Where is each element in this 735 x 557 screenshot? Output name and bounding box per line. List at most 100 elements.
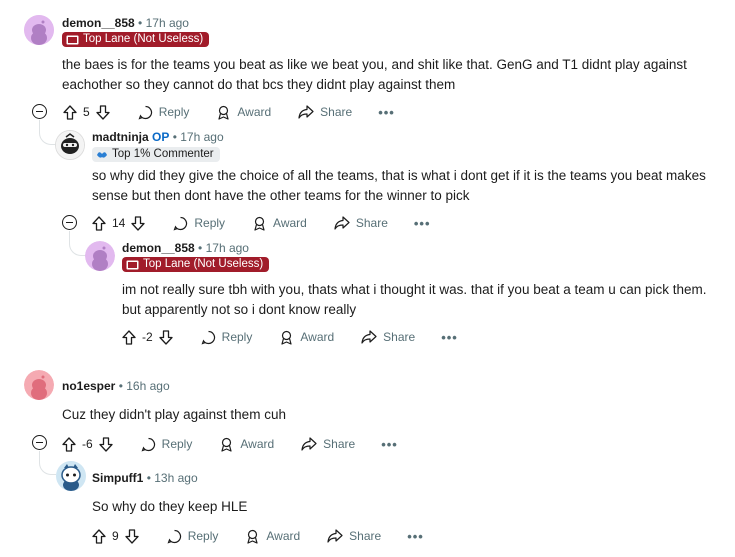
award-icon [247,529,258,544]
award-icon [218,105,229,120]
downvote-icon[interactable] [125,528,139,544]
top-commenter-icon [96,149,108,160]
comment-body: im not really sure tbh with you, thats w… [122,282,707,317]
share-icon [327,529,343,543]
username[interactable]: no1esper [62,379,115,393]
upvote-icon[interactable] [92,528,106,544]
snoo-avatar-icon [24,370,54,400]
comment-body: Cuz they didn't play against them cuh [62,407,286,422]
vote-count: -6 [82,437,93,451]
reply-button[interactable]: Reply [167,529,218,544]
avatar[interactable] [55,130,85,160]
share-button[interactable]: Share [327,529,381,543]
thread-elbow [39,451,56,475]
share-button[interactable]: Share [334,216,388,230]
collapse-thread-button[interactable] [62,215,77,230]
comment-actions: -6 Reply Award Share ••• [62,434,398,454]
snoo-avatar-icon [85,241,115,271]
upvote-icon[interactable] [122,329,136,345]
reply-button[interactable]: Reply [138,105,189,120]
downvote-icon[interactable] [131,215,146,231]
avatar[interactable] [56,461,86,491]
flair-icon [126,260,139,270]
avatar[interactable] [24,370,54,400]
op-badge: OP [152,130,170,144]
reply-icon [141,437,155,451]
username[interactable]: Simpuff1 [92,471,143,485]
vote-count: 14 [112,216,126,230]
vote-count: 9 [112,529,119,543]
award-button[interactable]: Award [219,437,274,452]
award-button[interactable]: Award [279,330,334,345]
share-icon [334,216,350,230]
downvote-icon[interactable] [159,329,173,345]
comment-body: So why do they keep HLE [92,499,248,514]
ninja-avatar-icon [56,131,84,159]
reply-icon [201,330,215,344]
reply-icon [167,529,181,543]
vote-group: 9 [92,528,139,544]
comment-actions: 14 Reply Award Share ••• [92,213,431,233]
collapse-thread-button[interactable] [32,104,47,119]
user-flair: Top 1% Commenter [92,147,220,162]
more-options-button[interactable]: ••• [441,330,458,345]
flair-icon [66,35,79,45]
reply-icon [173,216,188,230]
user-flair: Top Lane (Not Useless) [122,257,270,272]
comment-body: so why did they give the choice of all t… [92,168,706,203]
upvote-icon[interactable] [63,104,77,120]
more-options-button[interactable]: ••• [381,437,398,452]
timestamp[interactable]: 16h ago [126,379,169,393]
snoo-avatar-icon [56,461,86,491]
award-button[interactable]: Award [245,529,300,544]
username[interactable]: madtninja [92,130,149,144]
more-options-button[interactable]: ••• [414,216,431,231]
comment-meta: madtninja OP • 17h ago [92,130,224,144]
vote-group: 14 [92,215,146,231]
downvote-icon[interactable] [99,436,113,452]
share-button[interactable]: Share [301,437,355,451]
thread-elbow [69,231,86,256]
more-options-button[interactable]: ••• [407,529,424,544]
downvote-icon[interactable] [96,104,110,120]
vote-group: 5 [63,104,110,120]
upvote-icon[interactable] [62,436,76,452]
award-button[interactable]: Award [216,105,271,120]
vote-count: 5 [83,105,90,119]
avatar[interactable] [85,241,115,271]
upvote-icon[interactable] [92,215,106,231]
comment-actions: 5 Reply Award Share ••• [63,102,395,122]
comment-body: the baes is for the teams you beat as li… [62,57,687,92]
award-button[interactable]: Award [252,216,307,231]
share-button[interactable]: Share [361,330,415,344]
share-icon [301,437,317,451]
comment-meta: demon__858 • 17h ago [62,16,189,30]
snoo-avatar-icon [24,15,54,45]
username[interactable]: demon__858 [62,16,135,30]
collapse-thread-button[interactable] [32,435,47,450]
reply-button[interactable]: Reply [173,216,225,231]
thread-elbow [39,120,56,145]
comment-meta: Simpuff1 • 13h ago [92,471,198,485]
timestamp[interactable]: 13h ago [154,471,197,485]
avatar[interactable] [24,15,54,45]
award-icon [281,330,292,345]
share-button[interactable]: Share [298,105,352,119]
comment-meta: demon__858 • 17h ago [122,241,249,255]
timestamp[interactable]: 17h ago [180,130,223,144]
reply-button[interactable]: Reply [141,437,192,452]
comment-meta: no1esper • 16h ago [62,379,170,393]
award-icon [221,437,232,452]
timestamp[interactable]: 17h ago [146,16,189,30]
reply-button[interactable]: Reply [201,330,252,345]
share-icon [361,330,377,344]
username[interactable]: demon__858 [122,241,195,255]
vote-group: -6 [62,436,113,452]
comment-actions: -2 Reply Award Share ••• [122,327,458,347]
vote-count: -2 [142,330,153,344]
more-options-button[interactable]: ••• [378,105,395,120]
timestamp[interactable]: 17h ago [206,241,249,255]
user-flair: Top Lane (Not Useless) [62,32,210,47]
share-icon [298,105,314,119]
vote-group: -2 [122,329,173,345]
